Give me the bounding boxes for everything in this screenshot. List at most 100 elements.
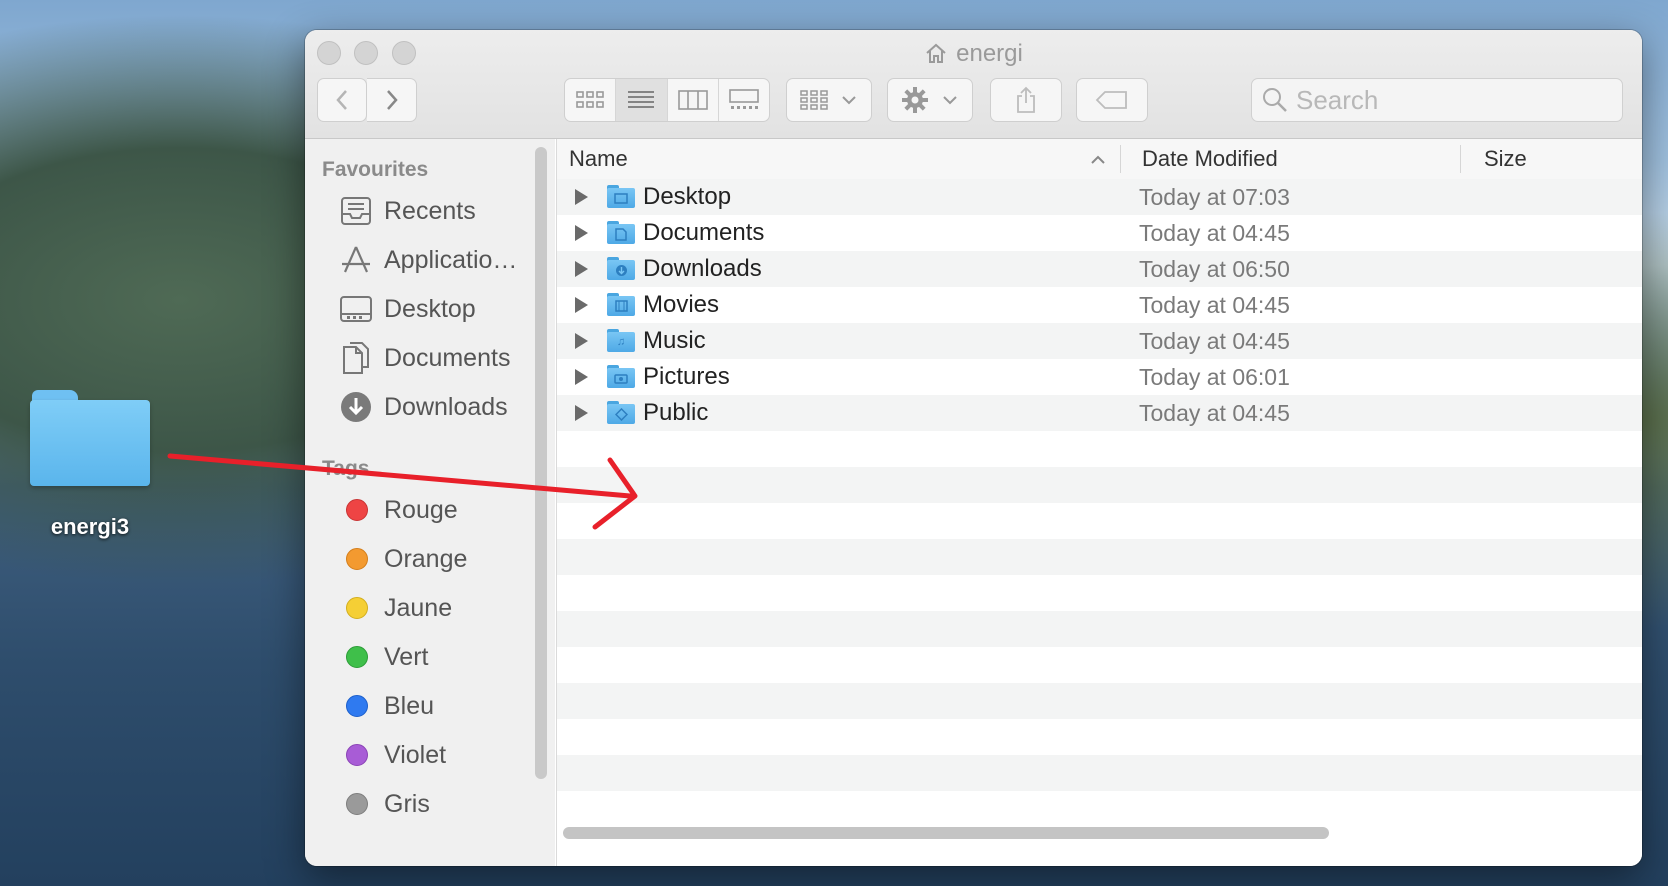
desktop-folder-icon[interactable] (30, 388, 150, 488)
sidebar-item-label: Rouge (384, 495, 458, 524)
file-date: Today at 07:03 (1139, 184, 1290, 210)
chevron-down-icon (842, 96, 856, 105)
finder-window: energi Search Favourites Recents Applica… (305, 30, 1642, 866)
back-button[interactable] (317, 78, 367, 122)
movies-folder-icon (607, 293, 635, 316)
view-mode-segment[interactable] (564, 78, 770, 122)
sidebar-item-downloads[interactable]: Downloads (338, 385, 508, 429)
sidebar-item-label: Documents (384, 343, 511, 372)
applications-icon (338, 242, 374, 278)
file-row-downloads[interactable]: Downloads Today at 06:50 (557, 251, 1642, 287)
file-row-movies[interactable]: Movies Today at 04:45 (557, 287, 1642, 323)
tag-button[interactable] (1076, 78, 1148, 122)
tags-header: Tags (322, 457, 370, 480)
file-name: Documents (643, 219, 765, 246)
file-row-pictures[interactable]: Pictures Today at 06:01 (557, 359, 1642, 395)
column-header-name[interactable]: Name (569, 139, 628, 179)
chevron-left-icon (336, 90, 347, 110)
action-menu-button[interactable] (887, 78, 973, 122)
file-name: Pictures (643, 363, 730, 390)
file-name: Music (643, 327, 706, 354)
sidebar-item-applications[interactable]: Applicatio… (338, 238, 517, 282)
window-title: energi (956, 40, 1023, 67)
file-name: Public (643, 399, 709, 426)
disclosure-triangle-icon[interactable] (575, 405, 588, 421)
gray-tag-icon (346, 793, 368, 815)
sidebar-item-label: Gris (384, 789, 430, 818)
chevron-right-icon (386, 90, 398, 110)
file-date: Today at 06:01 (1139, 364, 1290, 390)
disclosure-triangle-icon[interactable] (575, 369, 588, 385)
documents-icon (338, 340, 374, 376)
sidebar-tag-jaune[interactable]: Jaune (338, 586, 452, 630)
sidebar-tag-orange[interactable]: Orange (338, 537, 467, 581)
sidebar-item-label: Recents (384, 196, 476, 225)
sidebar-tag-gris[interactable]: Gris (338, 782, 430, 826)
list-view-button[interactable] (616, 79, 668, 121)
sidebar-scrollbar[interactable] (535, 147, 547, 779)
list-view-icon (628, 91, 655, 108)
sidebar-item-recents[interactable]: Recents (338, 189, 476, 233)
column-view-button[interactable] (668, 79, 719, 121)
search-field[interactable]: Search (1251, 78, 1623, 122)
purple-tag-icon (346, 744, 368, 766)
search-placeholder: Search (1296, 84, 1379, 115)
sidebar-item-documents[interactable]: Documents (338, 336, 510, 380)
disclosure-triangle-icon[interactable] (575, 297, 588, 313)
sidebar-item-label: Applicatio… (384, 245, 518, 274)
gallery-view-icon (729, 89, 759, 109)
sidebar-item-label: Orange (384, 544, 468, 573)
public-folder-icon (607, 401, 635, 424)
file-row-public[interactable]: Public Today at 04:45 (557, 395, 1642, 431)
forward-button[interactable] (367, 78, 417, 122)
disclosure-triangle-icon[interactable] (575, 225, 588, 241)
file-name: Desktop (643, 183, 732, 210)
file-name: Downloads (643, 255, 762, 282)
horizontal-scrollbar[interactable] (563, 827, 1329, 839)
blue-tag-icon (346, 695, 368, 717)
sidebar-item-label: Violet (384, 740, 447, 769)
music-folder-icon: ♫ (607, 329, 635, 352)
desktop-folder-label[interactable]: energi3 (30, 514, 150, 540)
icon-view-button[interactable] (565, 79, 617, 121)
share-button[interactable] (990, 78, 1062, 122)
column-header-size[interactable]: Size (1484, 139, 1527, 179)
share-icon (1017, 86, 1035, 113)
file-list: Name Date Modified Size Desktop Today at… (556, 139, 1642, 866)
red-tag-icon (346, 499, 368, 521)
desktop-icon (338, 291, 374, 327)
orange-tag-icon (346, 548, 368, 570)
sidebar-tag-violet[interactable]: Violet (338, 733, 446, 777)
sidebar-tag-vert[interactable]: Vert (338, 635, 428, 679)
file-date: Today at 04:45 (1139, 400, 1290, 426)
sidebar: Favourites Recents Applicatio… Desktop D… (305, 139, 555, 866)
file-name: Movies (643, 291, 720, 318)
green-tag-icon (346, 646, 368, 668)
group-icon (800, 90, 828, 110)
file-date: Today at 04:45 (1139, 220, 1290, 246)
sidebar-item-label: Vert (384, 642, 429, 671)
downloads-folder-icon (607, 257, 635, 280)
icon-view-icon (576, 91, 604, 108)
column-header-date[interactable]: Date Modified (1142, 139, 1278, 179)
home-icon (924, 42, 948, 71)
sidebar-item-label: Jaune (384, 593, 453, 622)
sidebar-tag-bleu[interactable]: Bleu (338, 684, 434, 728)
pictures-folder-icon (607, 365, 635, 388)
group-by-button[interactable] (786, 78, 872, 122)
sidebar-item-desktop[interactable]: Desktop (338, 287, 476, 331)
search-icon (1263, 88, 1287, 112)
disclosure-triangle-icon[interactable] (575, 261, 588, 277)
file-date: Today at 06:50 (1139, 256, 1290, 282)
gallery-view-button[interactable] (719, 79, 769, 121)
sidebar-tag-rouge[interactable]: Rouge (338, 488, 458, 532)
window-title-area: energi (305, 40, 1642, 71)
file-row-desktop[interactable]: Desktop Today at 07:03 (557, 179, 1642, 215)
file-row-documents[interactable]: Documents Today at 04:45 (557, 215, 1642, 251)
disclosure-triangle-icon[interactable] (575, 189, 588, 205)
sort-ascending-icon (1091, 155, 1105, 164)
disclosure-triangle-icon[interactable] (575, 333, 588, 349)
sidebar-item-label: Downloads (384, 392, 508, 421)
file-row-music[interactable]: ♫ Music Today at 04:45 (557, 323, 1642, 359)
file-date: Today at 04:45 (1139, 328, 1290, 354)
